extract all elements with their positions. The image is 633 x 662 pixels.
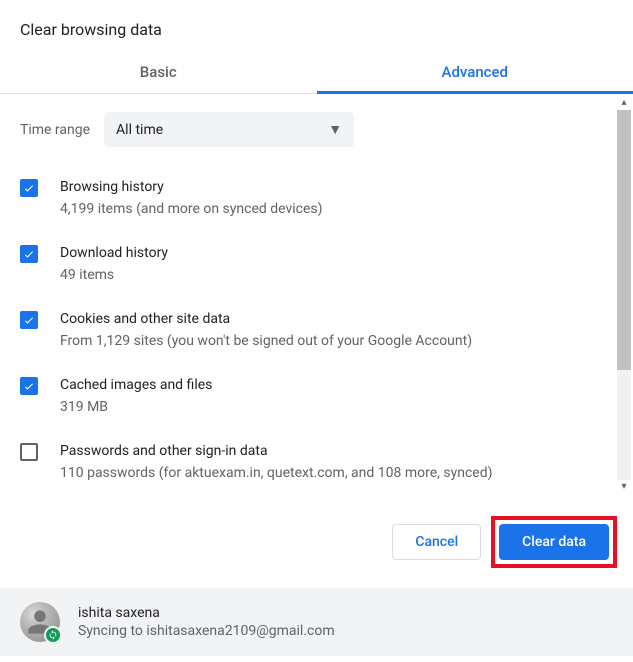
account-text: ishita saxena Syncing to ishitasaxena210… [78, 605, 335, 639]
option-desc: 4,199 items (and more on synced devices) [60, 199, 323, 219]
option-title: Browsing history [60, 177, 323, 197]
time-range-value: All time [116, 122, 163, 138]
clear-data-button[interactable]: Clear data [499, 524, 609, 560]
option-text: Cookies and other site data From 1,129 s… [60, 309, 472, 351]
time-range-label: Time range [20, 122, 90, 138]
option-desc: 110 passwords (for aktuexam.in, quetext.… [60, 463, 492, 483]
scrollbar[interactable] [617, 110, 631, 480]
option-title: Cookies and other site data [60, 309, 472, 329]
option-title: Cached images and files [60, 375, 212, 395]
sync-icon [48, 630, 58, 640]
check-icon [23, 248, 35, 260]
time-range-select[interactable]: All time ▼ [104, 112, 354, 147]
option-cached: Cached images and files 319 MB [20, 363, 613, 429]
check-icon [23, 380, 35, 392]
sync-badge-icon [44, 626, 62, 644]
scroll-down-icon[interactable]: ▾ [617, 480, 631, 494]
option-desc: 49 items [60, 265, 168, 285]
check-icon [23, 182, 35, 194]
tab-basic[interactable]: Basic [0, 49, 317, 93]
scroll-up-icon[interactable]: ▴ [617, 96, 631, 110]
tab-advanced[interactable]: Advanced [317, 49, 633, 93]
option-text: Passwords and other sign-in data 110 pas… [60, 441, 492, 483]
checkbox-cookies[interactable] [20, 311, 38, 329]
checkbox-passwords[interactable] [20, 443, 38, 461]
option-autofill: Autofill form data [20, 495, 613, 496]
option-browsing-history: Browsing history 4,199 items (and more o… [20, 165, 613, 231]
option-text: Download history 49 items [60, 243, 168, 285]
chevron-down-icon: ▼ [328, 121, 342, 138]
account-name: ishita saxena [78, 605, 335, 621]
scrollbar-thumb[interactable] [617, 110, 631, 370]
option-text: Cached images and files 319 MB [60, 375, 212, 417]
checkbox-download-history[interactable] [20, 245, 38, 263]
option-title: Download history [60, 243, 168, 263]
highlight-box: Clear data [491, 516, 617, 568]
dialog-title: Clear browsing data [0, 0, 633, 49]
option-desc: From 1,129 sites (you won't be signed ou… [60, 331, 472, 351]
check-icon [23, 314, 35, 326]
account-status: Syncing to ishitasaxena2109@gmail.com [78, 623, 335, 639]
option-text: Browsing history 4,199 items (and more o… [60, 177, 323, 219]
tabs: Basic Advanced [0, 49, 633, 94]
time-range-row: Time range All time ▼ [20, 104, 613, 165]
button-row: Cancel Clear data [0, 496, 633, 588]
option-title: Passwords and other sign-in data [60, 441, 492, 461]
checkbox-browsing-history[interactable] [20, 179, 38, 197]
scroll-area: ▴ ▾ Time range All time ▼ Browsing histo… [0, 94, 633, 496]
account-bar: ishita saxena Syncing to ishitasaxena210… [0, 588, 633, 656]
option-download-history: Download history 49 items [20, 231, 613, 297]
cancel-button[interactable]: Cancel [392, 524, 481, 560]
checkbox-cached[interactable] [20, 377, 38, 395]
option-desc: 319 MB [60, 397, 212, 417]
option-passwords: Passwords and other sign-in data 110 pas… [20, 429, 613, 495]
option-cookies: Cookies and other site data From 1,129 s… [20, 297, 613, 363]
avatar-wrap [20, 602, 60, 642]
